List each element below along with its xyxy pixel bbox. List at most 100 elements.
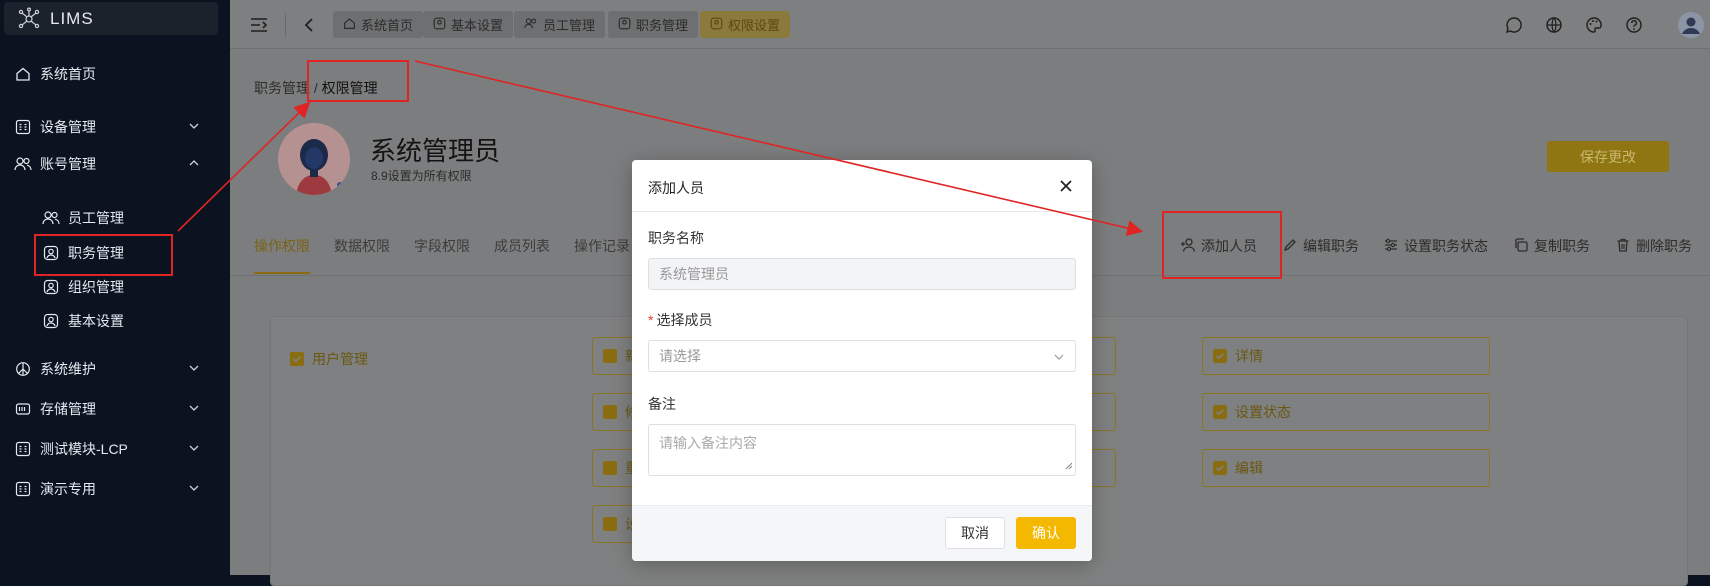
- users-icon: [42, 209, 60, 227]
- storage-icon: [14, 400, 32, 418]
- note-label: 备注: [648, 396, 676, 412]
- close-icon[interactable]: [1056, 176, 1076, 196]
- tab-home[interactable]: 系统首页: [333, 11, 424, 38]
- globe-icon[interactable]: [1543, 14, 1565, 36]
- chevron-down-icon: [188, 119, 200, 135]
- tab-staff[interactable]: 员工管理: [514, 11, 606, 38]
- chevron-up-icon: [188, 156, 200, 172]
- grid-icon: [14, 440, 32, 458]
- sidebar-item-test-lcp[interactable]: 测试模块-LCP: [0, 431, 230, 467]
- resize-handle-icon[interactable]: [1065, 457, 1073, 473]
- person-box-icon: [710, 17, 723, 33]
- annotation-box-sidebar: [34, 234, 173, 276]
- annotation-box-breadcrumb: [307, 60, 409, 102]
- sidebar-item-basic-settings[interactable]: 基本设置: [0, 305, 230, 337]
- sidebar-item-device[interactable]: 设备管理: [0, 109, 230, 145]
- cancel-button[interactable]: 取消: [945, 517, 1005, 549]
- tab-basic-settings[interactable]: 基本设置: [423, 11, 514, 38]
- home-icon: [14, 65, 32, 83]
- sidebar-item-staff[interactable]: 员工管理: [0, 202, 230, 234]
- help-icon[interactable]: [1623, 14, 1645, 36]
- app-logo[interactable]: LIMS: [4, 2, 218, 35]
- sidebar: LIMS 系统首页 设备管理 账号管理 员工管理 职务管理 组织管理 基本设置 …: [0, 0, 230, 575]
- home-icon: [343, 17, 356, 33]
- tab-permission-settings[interactable]: 权限设置: [700, 11, 791, 38]
- page-title: 系统管理员: [370, 136, 501, 166]
- breadcrumb-parent[interactable]: 职务管理: [254, 80, 310, 96]
- topbar-divider: [285, 13, 286, 37]
- trash-icon: [1615, 237, 1631, 256]
- app-name: LIMS: [50, 8, 94, 28]
- grid-icon: [14, 480, 32, 498]
- tab-position[interactable]: 职务管理: [608, 11, 699, 38]
- tab-data-permission[interactable]: 数据权限: [334, 236, 390, 256]
- sidebar-item-account[interactable]: 账号管理: [0, 146, 230, 182]
- member-select[interactable]: 请选择: [648, 340, 1076, 372]
- page-subtitle: 8.9设置为所有权限: [371, 169, 472, 183]
- tab-field-permission[interactable]: 字段权限: [414, 236, 470, 256]
- active-tab-indicator: [254, 272, 310, 274]
- checkbox-checked-icon: [290, 352, 304, 366]
- edit-role-button[interactable]: 编辑职务: [1282, 236, 1359, 256]
- sidebar-item-maintenance[interactable]: 系统维护: [0, 351, 230, 387]
- users-icon: [14, 155, 32, 173]
- sidebar-item-label: 设备管理: [40, 119, 96, 135]
- permission-item-set-status[interactable]: 设置状态: [1202, 393, 1490, 431]
- back-chevron-icon[interactable]: [298, 14, 320, 36]
- sidebar-item-label: 基本设置: [68, 313, 124, 329]
- top-bar: 系统首页 基本设置 员工管理 职务管理 权限设置: [230, 0, 1710, 49]
- edit-icon: [1282, 237, 1298, 256]
- sidebar-item-label: 测试模块-LCP: [40, 441, 128, 457]
- copy-icon: [1513, 237, 1529, 256]
- role-avatar: [278, 123, 350, 195]
- checkbox-checked-icon: [603, 349, 617, 363]
- users-icon: [524, 17, 538, 33]
- add-member-dialog: 添加人员 职务名称 系统管理员 * 选择成员 请选择 备注 请输入备注内容 取消 …: [632, 160, 1092, 561]
- person-box-icon: [433, 17, 446, 33]
- dialog-divider: [632, 211, 1092, 212]
- sidebar-item-label: 账号管理: [40, 156, 96, 172]
- sidebar-item-storage[interactable]: 存储管理: [0, 391, 230, 427]
- network-logo-icon: [16, 6, 42, 32]
- sidebar-item-home[interactable]: 系统首页: [0, 56, 230, 92]
- copy-role-button[interactable]: 复制职务: [1513, 236, 1590, 256]
- checkbox-checked-icon: [1213, 405, 1227, 419]
- checkbox-checked-icon: [1213, 349, 1227, 363]
- delete-role-button[interactable]: 删除职务: [1615, 236, 1692, 256]
- checkbox-checked-icon: [1213, 461, 1227, 475]
- role-name-label: 职务名称: [648, 230, 704, 246]
- set-role-status-button[interactable]: 设置职务状态: [1383, 236, 1488, 256]
- user-avatar-icon[interactable]: [1678, 12, 1704, 38]
- tab-operation-log[interactable]: 操作记录: [574, 236, 630, 256]
- member-select-label: * 选择成员: [648, 312, 713, 328]
- chat-icon[interactable]: [1503, 14, 1525, 36]
- palette-icon[interactable]: [1583, 14, 1605, 36]
- save-changes-button[interactable]: 保存更改: [1547, 141, 1669, 172]
- sliders-icon: [1383, 237, 1399, 256]
- permission-group-user-management[interactable]: 用户管理: [290, 349, 368, 369]
- note-textarea[interactable]: 请输入备注内容: [648, 424, 1076, 476]
- dialog-title: 添加人员: [648, 180, 704, 196]
- confirm-button[interactable]: 确认: [1016, 517, 1076, 549]
- chevron-down-icon: [1053, 350, 1065, 366]
- tab-operation-permission[interactable]: 操作权限: [254, 236, 310, 256]
- permission-item-edit[interactable]: 编辑: [1202, 449, 1490, 487]
- chevron-down-icon: [188, 481, 200, 497]
- permission-item-detail[interactable]: 详情: [1202, 337, 1490, 375]
- sidebar-item-demo[interactable]: 演示专用: [0, 471, 230, 507]
- sidebar-item-label: 存储管理: [40, 401, 96, 417]
- annotation-box-add-member: [1162, 211, 1282, 279]
- sidebar-item-label: 员工管理: [68, 210, 124, 226]
- person-box-icon: [42, 278, 60, 296]
- chevron-down-icon: [188, 361, 200, 377]
- person-box-icon: [618, 17, 631, 33]
- tab-member-list[interactable]: 成员列表: [494, 236, 550, 256]
- peace-icon: [14, 360, 32, 378]
- grid-icon: [14, 118, 32, 136]
- checkbox-checked-icon: [603, 405, 617, 419]
- sidebar-item-label: 系统首页: [40, 66, 96, 82]
- menu-collapse-icon[interactable]: [248, 14, 270, 36]
- chevron-down-icon: [188, 441, 200, 457]
- chevron-down-icon: [188, 401, 200, 417]
- sidebar-item-label: 组织管理: [68, 279, 124, 295]
